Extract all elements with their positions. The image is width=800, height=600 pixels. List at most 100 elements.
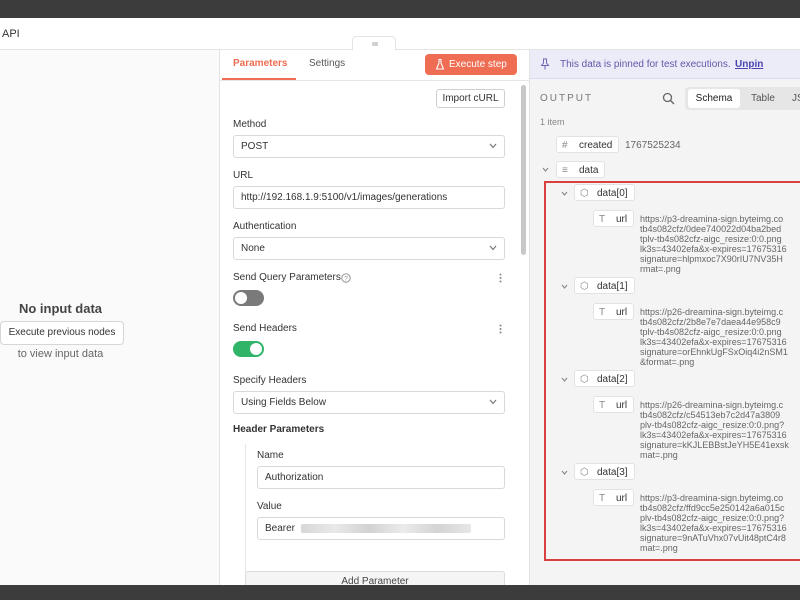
method-value: POST — [241, 141, 269, 152]
flask-icon — [436, 59, 444, 70]
title-bar: API — [0, 18, 800, 50]
no-data-heading: No input data — [18, 301, 103, 316]
tab-parameters[interactable]: Parameters — [233, 58, 287, 69]
method-select[interactable]: POST — [233, 135, 505, 158]
caret-down-icon[interactable] — [560, 189, 569, 198]
authentication-select[interactable]: None — [233, 237, 505, 260]
send-headers-label: Send Headers — [233, 323, 297, 334]
header-value-label: Value — [257, 501, 282, 512]
unpin-link[interactable]: Unpin — [735, 59, 763, 70]
url-label: URL — [233, 170, 254, 181]
redacted-token — [301, 523, 472, 533]
execute-previous-nodes-button[interactable]: Execute previous nodes — [0, 321, 124, 345]
send-query-toggle[interactable] — [233, 290, 264, 306]
url-field-key[interactable]: T url — [593, 210, 635, 227]
url-field-label: url — [616, 307, 628, 318]
chevron-down-icon — [489, 399, 497, 405]
tab-divider — [220, 80, 530, 81]
specify-headers-value: Using Fields Below — [241, 397, 327, 408]
panel-drag-handle[interactable] — [352, 36, 396, 50]
header-name-label: Name — [257, 450, 284, 461]
url-value: http://192.168.1.9:5100/v1/images/genera… — [241, 192, 448, 203]
data-key-label: data — [579, 165, 599, 176]
toggle-knob — [235, 292, 247, 304]
pinned-data-banner: This data is pinned for test executions.… — [530, 50, 800, 79]
header-name-input[interactable]: Authorization — [257, 466, 505, 489]
url-field-label: url — [616, 400, 628, 411]
url-field-key[interactable]: T url — [593, 303, 635, 320]
output-title: OUTPUT — [540, 93, 594, 104]
hash-icon: # — [562, 140, 568, 151]
data-item-label: data[3] — [597, 467, 628, 478]
header-parameters-label: Header Parameters — [233, 424, 325, 435]
caret-down-icon[interactable] — [560, 282, 569, 291]
url-field-label: url — [616, 214, 628, 225]
data-item-label: data[1] — [597, 281, 628, 292]
send-query-label: Send Query Parameters — [233, 272, 341, 283]
cube-icon: ⬡ — [580, 374, 589, 385]
data-item-key[interactable]: ⬡ data[0] — [574, 184, 635, 201]
execute-step-button[interactable]: Execute step — [425, 54, 517, 75]
execute-step-label: Execute step — [449, 59, 507, 70]
top-border — [0, 0, 800, 18]
url-value-text: https://p3-dreamina-sign.byteimg.co tb4s… — [640, 493, 787, 553]
tab-json[interactable]: JS — [792, 93, 800, 104]
data-item-key[interactable]: ⬡ data[3] — [574, 463, 635, 480]
tab-settings[interactable]: Settings — [309, 58, 345, 69]
toggle-knob — [250, 343, 262, 355]
input-panel — [0, 50, 220, 585]
list-icon: ≡ — [562, 165, 568, 176]
pinned-message: This data is pinned for test executions. — [560, 59, 731, 70]
url-field-key[interactable]: T url — [593, 396, 635, 413]
data-item-key[interactable]: ⬡ data[2] — [574, 370, 635, 387]
caret-down-icon[interactable] — [560, 468, 569, 477]
data-key[interactable]: ≡ data — [556, 161, 606, 178]
send-headers-toggle[interactable] — [233, 341, 264, 357]
header-name-value: Authorization — [265, 472, 324, 483]
url-value-text: https://p26-dreamina-sign.byteimg.c tb4s… — [640, 307, 788, 367]
url-field-label: url — [616, 493, 628, 504]
text-type-icon: T — [599, 493, 606, 504]
specify-headers-select[interactable]: Using Fields Below — [233, 391, 505, 414]
header-value-input[interactable]: Bearer — [257, 517, 505, 540]
data-item-key[interactable]: ⬡ data[1] — [574, 277, 635, 294]
data-item-label: data[0] — [597, 188, 628, 199]
created-key[interactable]: # created — [556, 136, 620, 153]
kebab-icon[interactable] — [499, 273, 502, 283]
drag-dots-icon — [372, 42, 378, 46]
url-field-key[interactable]: T url — [593, 489, 635, 506]
search-icon[interactable] — [662, 92, 675, 105]
help-icon[interactable]: ? — [341, 273, 351, 283]
params-scrollbar[interactable] — [521, 85, 526, 255]
chevron-down-icon — [489, 143, 497, 149]
item-count: 1 item — [540, 117, 565, 127]
svg-text:?: ? — [344, 275, 348, 282]
caret-down-icon[interactable] — [541, 165, 550, 174]
bottom-border — [0, 585, 800, 600]
cube-icon: ⬡ — [580, 281, 589, 292]
to-view-hint: to view input data — [17, 348, 104, 360]
cube-icon: ⬡ — [580, 467, 589, 478]
text-type-icon: T — [599, 400, 606, 411]
method-label: Method — [233, 119, 267, 130]
created-key-label: created — [579, 140, 613, 151]
caret-down-icon[interactable] — [560, 375, 569, 384]
created-value: 1767525234 — [625, 140, 681, 151]
node-title: API — [2, 28, 20, 40]
cube-icon: ⬡ — [580, 188, 589, 199]
import-curl-button[interactable]: Import cURL — [436, 89, 505, 108]
subgroup-border — [245, 444, 246, 585]
tab-schema[interactable]: Schema — [688, 89, 740, 108]
authentication-label: Authentication — [233, 221, 297, 232]
data-item-label: data[2] — [597, 374, 628, 385]
specify-headers-label: Specify Headers — [233, 375, 307, 386]
text-type-icon: T — [599, 307, 606, 318]
text-type-icon: T — [599, 214, 606, 225]
kebab-icon[interactable] — [499, 324, 502, 334]
header-value-prefix: Bearer — [265, 523, 296, 534]
url-input[interactable]: http://192.168.1.9:5100/v1/images/genera… — [233, 186, 505, 209]
url-value-text: https://p3-dreamina-sign.byteimg.co tb4s… — [640, 214, 787, 274]
url-value-text: https://p26-dreamina-sign.byteimg.c tb4s… — [640, 400, 789, 460]
authentication-value: None — [241, 243, 265, 254]
tab-table[interactable]: Table — [751, 93, 775, 104]
